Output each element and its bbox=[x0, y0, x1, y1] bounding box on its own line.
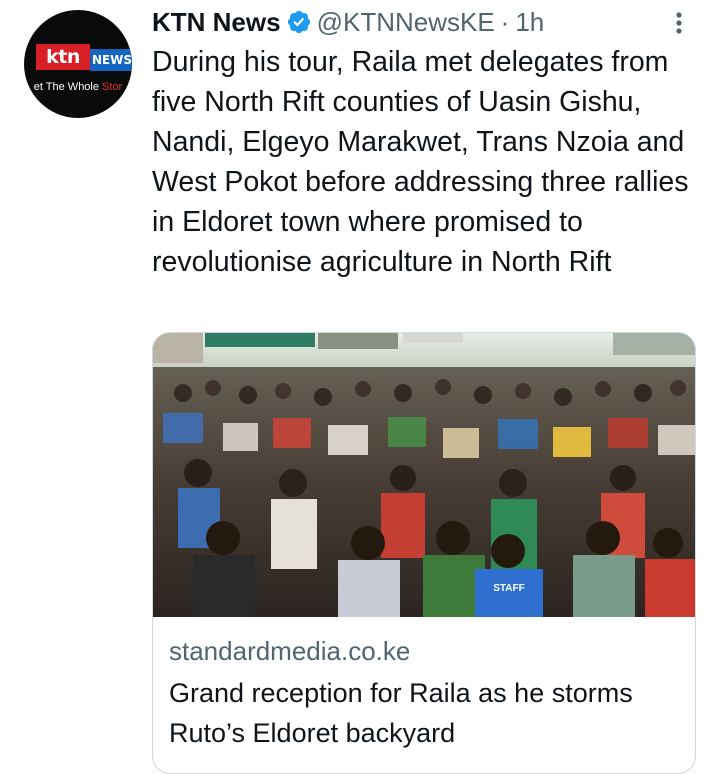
avatar[interactable]: ktn NEWS et The Whole Stor bbox=[24, 10, 132, 118]
header-separator: · bbox=[500, 6, 510, 37]
tweet[interactable]: ktn NEWS et The Whole Stor KTN News @KTN… bbox=[0, 0, 704, 774]
avatar-tagline-white: et The Whole bbox=[33, 81, 103, 93]
avatar-logo-news: NEWS bbox=[90, 49, 132, 71]
author-handle[interactable]: @KTNNewsKE bbox=[317, 7, 495, 38]
card-image[interactable]: STAFF bbox=[153, 333, 695, 617]
more-options-icon[interactable] bbox=[666, 8, 692, 38]
card-image-staff-label: STAFF bbox=[493, 583, 524, 594]
verified-badge-icon bbox=[287, 10, 310, 34]
avatar-tagline: et The Whole Stor bbox=[24, 80, 132, 94]
tweet-timestamp[interactable]: 1h bbox=[515, 7, 544, 38]
tweet-header: KTN News @KTNNewsKE · 1h bbox=[152, 4, 544, 40]
avatar-logo-ktn: ktn bbox=[36, 44, 90, 70]
author-name[interactable]: KTN News bbox=[152, 7, 281, 38]
link-card[interactable]: STAFF standardmedia.co.ke Grand receptio… bbox=[152, 332, 696, 774]
tweet-text: During his tour, Raila met delegates fro… bbox=[152, 46, 689, 278]
avatar-tagline-red: Stor bbox=[102, 81, 123, 93]
card-domain: standardmedia.co.ke bbox=[169, 636, 411, 666]
card-title: Grand reception for Raila as he storms R… bbox=[169, 678, 633, 748]
